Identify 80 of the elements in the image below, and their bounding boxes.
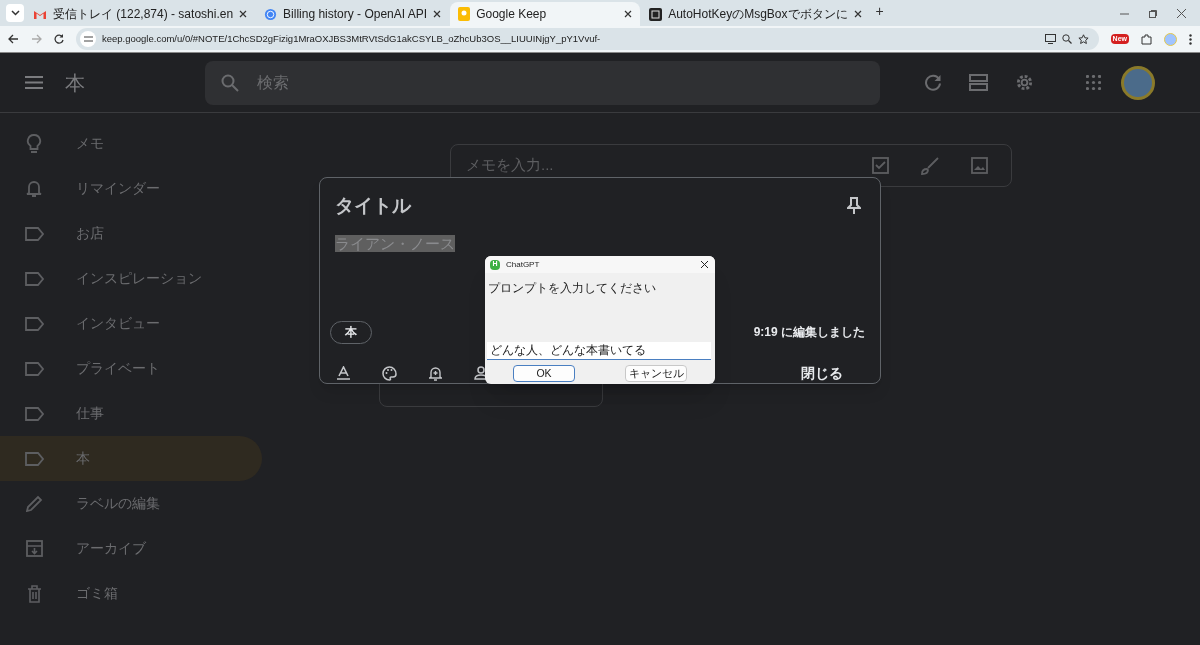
- close-icon[interactable]: [433, 10, 442, 18]
- label-icon: [24, 271, 44, 286]
- brush-icon[interactable]: [921, 156, 939, 175]
- install-icon[interactable]: [1044, 34, 1056, 44]
- sidebar-item[interactable]: 仕事: [0, 391, 262, 436]
- sidebar-item[interactable]: アーカイブ: [0, 526, 262, 571]
- image-icon[interactable]: [971, 157, 988, 174]
- app-icon: [649, 7, 663, 21]
- search-input[interactable]: 検索: [257, 70, 757, 95]
- close-icon[interactable]: [853, 10, 862, 18]
- label-icon: [24, 226, 44, 241]
- text-format-icon[interactable]: [337, 366, 350, 380]
- star-icon[interactable]: [1077, 33, 1089, 45]
- note-title[interactable]: タイトル: [335, 192, 411, 221]
- prompt-input[interactable]: どんな人、どんな本書いてる: [487, 341, 711, 360]
- sidebar-item[interactable]: リマインダー: [0, 166, 262, 211]
- browser-tab[interactable]: Billing history - OpenAI API: [256, 2, 450, 26]
- bell-icon[interactable]: [429, 365, 442, 381]
- browser-tab[interactable]: Google Keep: [450, 2, 641, 26]
- label-icon: [24, 406, 44, 421]
- checkbox-icon[interactable]: [872, 157, 889, 174]
- back-icon[interactable]: [8, 34, 19, 44]
- note-icon: [458, 7, 471, 21]
- tab-title: AutoHotKeyのMsgBoxでボタンに: [668, 6, 848, 23]
- sidebar-item[interactable]: インタビュー: [0, 301, 262, 346]
- close-icon[interactable]: [239, 10, 248, 18]
- browser-tab[interactable]: 受信トレイ (122,874) - satoshi.en: [25, 2, 256, 26]
- sidebar-item[interactable]: 本: [0, 436, 262, 481]
- label-icon: [24, 451, 44, 466]
- chevron-down-icon: [10, 10, 20, 16]
- mail-icon: [33, 8, 47, 20]
- label-icon: [24, 361, 44, 376]
- tab-title: 受信トレイ (122,874) - satoshi.en: [53, 6, 234, 23]
- palette-icon[interactable]: [382, 365, 397, 381]
- note-input[interactable]: メモを入力...: [466, 154, 766, 177]
- tab-title: Billing history - OpenAI API: [283, 6, 428, 23]
- search-bar[interactable]: 検索: [205, 60, 880, 105]
- tab-search-button[interactable]: [6, 4, 24, 22]
- settings-icon[interactable]: [1015, 73, 1034, 92]
- bell-icon: [26, 179, 42, 198]
- pin-icon[interactable]: [847, 197, 861, 216]
- tab-title: Google Keep: [476, 6, 548, 23]
- prompt-text: プロンプトを入力してください: [488, 281, 656, 295]
- trash-icon: [26, 584, 42, 603]
- dialog-button[interactable]: OK: [513, 365, 575, 382]
- close-button[interactable]: 閉じる: [781, 356, 863, 390]
- reload-icon[interactable]: [54, 34, 64, 44]
- sidebar-item[interactable]: お店: [0, 211, 262, 256]
- label-icon: [24, 316, 44, 331]
- edited-time: 9:19 に編集しました: [753, 324, 865, 341]
- sidebar-item[interactable]: インスピレーション: [0, 256, 262, 301]
- more-icon[interactable]: [1189, 33, 1192, 45]
- app-title: 本: [65, 70, 86, 96]
- browser-tab[interactable]: AutoHotKeyのMsgBoxでボタンに: [641, 2, 870, 26]
- dialog-title: ChatGPT: [506, 258, 541, 271]
- close-icon[interactable]: [701, 261, 708, 268]
- address-bar[interactable]: keep.google.com/u/0/#NOTE/1ChcSD2gFizig1MraOXJBS3MtRVtSdG1akCSYLB_oZhcUb3OS__LIUUINjgY_pY1Vvuf-: [76, 28, 1099, 50]
- sidebar-item[interactable]: プライベート: [0, 346, 262, 391]
- refresh-icon[interactable]: [925, 74, 942, 91]
- list-view-icon[interactable]: [969, 74, 988, 91]
- sidebar-item[interactable]: メモ: [0, 121, 262, 166]
- globe-icon: [264, 7, 278, 21]
- dialog-button[interactable]: キャンセル: [625, 365, 687, 382]
- zoom-icon[interactable]: [1061, 34, 1072, 44]
- restore-icon[interactable]: [1149, 9, 1157, 18]
- puzzle-icon[interactable]: [1141, 33, 1152, 45]
- new-tab-button[interactable]: +: [875, 1, 884, 22]
- archive-icon: [25, 540, 43, 557]
- site-settings-icon[interactable]: [80, 31, 96, 47]
- bulb-icon: [26, 133, 42, 154]
- sidebar-item[interactable]: ゴミ箱: [0, 571, 262, 616]
- menu-icon[interactable]: [25, 76, 43, 89]
- person-icon[interactable]: [474, 366, 488, 380]
- apps-icon[interactable]: [1086, 75, 1101, 90]
- search-icon: [221, 73, 239, 92]
- pencil-icon: [25, 495, 43, 512]
- sidebar-item[interactable]: ラベルの編集: [0, 481, 262, 526]
- account-avatar[interactable]: [1121, 65, 1155, 100]
- close-icon[interactable]: [624, 10, 633, 18]
- url-text: keep.google.com/u/0/#NOTE/1ChcSD2gFizig1MraOXJBS3MtRVtSdG1akCSYLB_oZhcUb3OS__LIUUINjgY_pY1Vvuf-: [102, 31, 602, 46]
